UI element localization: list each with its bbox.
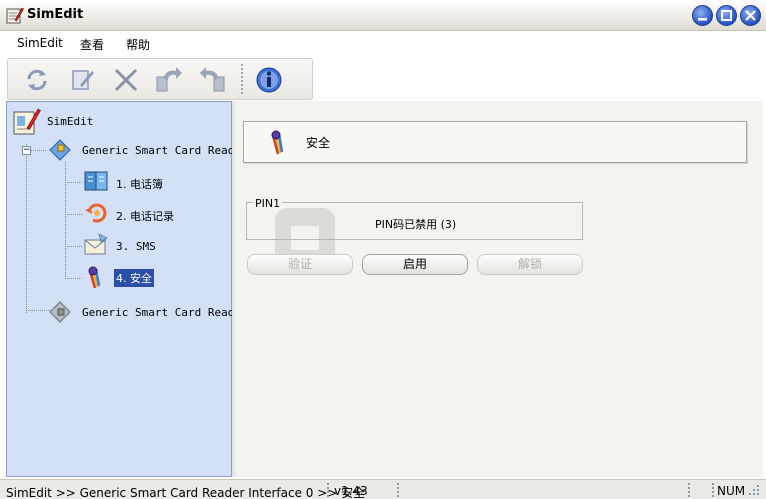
delete-button[interactable] <box>111 65 141 95</box>
phonebook-icon <box>84 171 108 191</box>
verify-button[interactable]: 验证 <box>247 254 353 275</box>
pin-status-text: PIN码已禁用 (3) <box>375 218 457 231</box>
tree-item-label: 4. 安全 <box>114 269 154 287</box>
tree-line <box>26 144 27 314</box>
content-panel: 安全 PIN1 PIN码已禁用 (3) 验证 启用 解锁 <box>235 101 763 477</box>
tree-item-security[interactable]: 4. 安全 <box>83 264 163 294</box>
info-icon <box>256 67 282 93</box>
menu-bar: SimEdit 查看 帮助 <box>0 31 766 55</box>
menu-view[interactable]: 查看 <box>80 36 104 53</box>
tree-line <box>65 214 83 215</box>
section-title: 安全 <box>306 136 331 150</box>
tree-expander[interactable]: − <box>22 146 31 155</box>
window-title: SimEdit <box>27 7 84 22</box>
tree-reader-1-label: Generic Smart Card Reade <box>82 144 241 157</box>
forward-icon <box>156 67 182 92</box>
tree-item-sms[interactable]: 3. SMS <box>83 232 203 260</box>
tree-item-call-log[interactable]: 2. 电话记录 <box>83 200 203 228</box>
status-separator <box>688 483 690 497</box>
tree-line <box>65 162 66 278</box>
tree-item-label: 2. 电话记录 <box>116 210 174 223</box>
menu-help[interactable]: 帮助 <box>126 36 150 53</box>
status-separator <box>397 483 399 497</box>
title-bar: SimEdit <box>0 0 766 31</box>
tree-line <box>31 150 47 151</box>
tree-item-label: 3. SMS <box>116 240 156 253</box>
tree-item-label: 1. 电话簿 <box>116 178 163 191</box>
simedit-app-icon <box>13 108 41 135</box>
close-button[interactable] <box>740 5 761 26</box>
tree-reader-2-label: Generic Smart Card Reade <box>82 306 241 319</box>
refresh-button[interactable] <box>22 65 52 95</box>
tree-root-label: SimEdit <box>47 115 94 128</box>
tree-line <box>65 278 83 279</box>
tree-reader-2[interactable]: Generic Smart Card Reade <box>47 296 241 324</box>
app-icon <box>6 7 24 24</box>
back-icon <box>200 67 225 92</box>
toolbar <box>7 58 313 100</box>
tree-line <box>65 182 83 183</box>
refresh-icon <box>27 69 47 91</box>
section-header: 安全 <box>243 121 747 163</box>
enable-button[interactable]: 启用 <box>362 254 468 275</box>
sms-envelope-icon <box>84 233 108 255</box>
minimize-button[interactable] <box>692 5 713 26</box>
tree-reader-1[interactable]: Generic Smart Card Reade <box>47 136 241 164</box>
back-button[interactable] <box>198 65 228 95</box>
status-bar: SimEdit >> Generic Smart Card Reader Int… <box>0 479 766 499</box>
close-icon <box>745 10 756 21</box>
tree-item-phonebook[interactable]: 1. 电话簿 <box>83 168 203 196</box>
status-num-lock: NUM <box>717 484 746 498</box>
unlock-button[interactable]: 解锁 <box>477 254 583 275</box>
maximize-button[interactable] <box>716 5 737 26</box>
tree-root[interactable]: SimEdit <box>11 104 131 136</box>
minimize-icon <box>698 18 707 21</box>
edit-icon <box>72 70 94 90</box>
smart-card-reader-icon <box>49 301 71 323</box>
edit-button[interactable] <box>68 65 98 95</box>
forward-button[interactable] <box>154 65 184 95</box>
status-separator <box>712 483 714 497</box>
menu-simedit[interactable]: SimEdit <box>17 36 63 50</box>
status-separator <box>327 483 329 497</box>
toolbar-separator <box>241 64 243 96</box>
status-path: SimEdit >> Generic Smart Card Reader Int… <box>6 486 366 499</box>
call-log-icon <box>85 203 107 223</box>
status-version: v1.43 <box>334 484 368 498</box>
smart-card-reader-icon <box>49 139 71 161</box>
device-tree[interactable]: SimEdit − Generic Smart Card Reade 1. 电话… <box>6 101 241 477</box>
delete-icon <box>114 68 138 92</box>
info-button[interactable] <box>254 65 284 95</box>
tree-line <box>65 246 83 247</box>
maximize-icon <box>721 10 732 21</box>
security-key-icon <box>271 130 284 155</box>
pin1-group-title: PIN1 <box>253 197 283 210</box>
security-key-icon <box>88 266 101 289</box>
resize-grip-icon[interactable] <box>749 485 761 497</box>
